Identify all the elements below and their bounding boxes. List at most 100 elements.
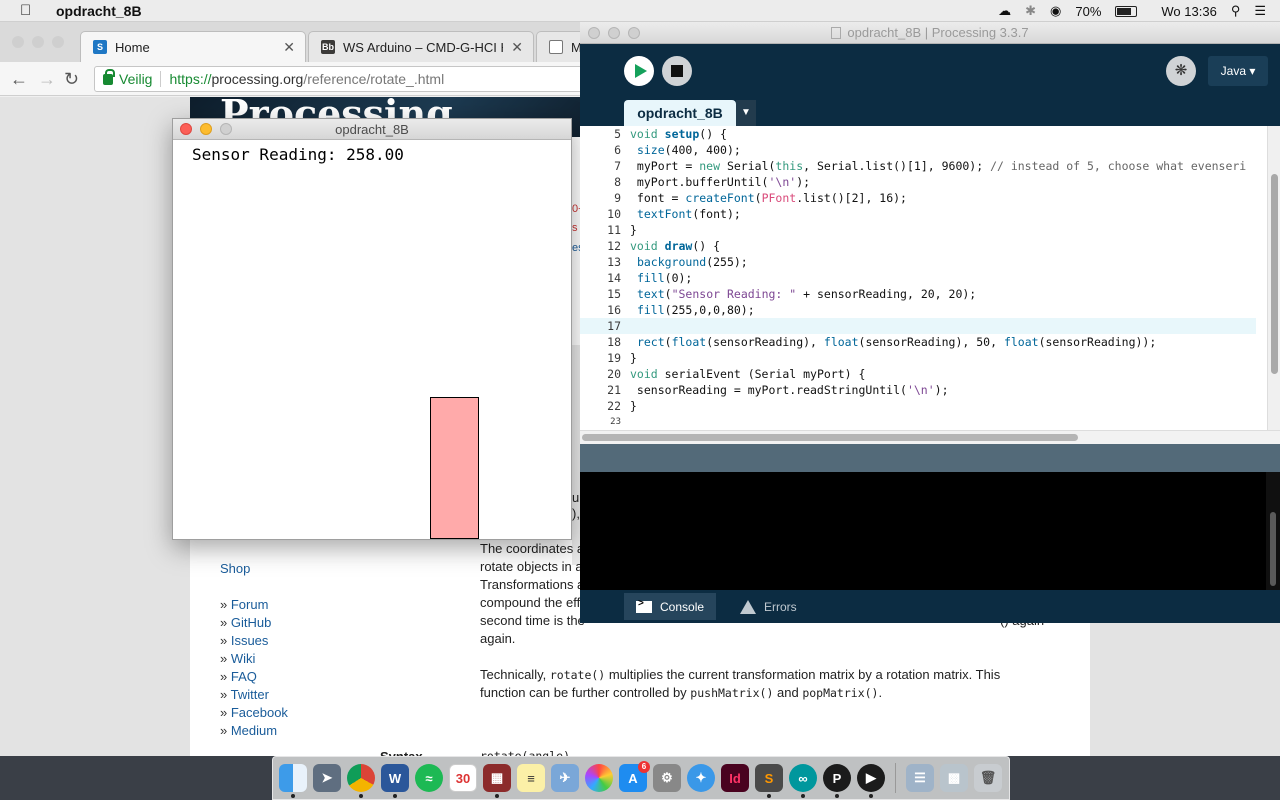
- preview-icon[interactable]: ✈: [551, 764, 579, 792]
- sketch-titlebar: opdracht_8B: [173, 119, 571, 140]
- arduino-icon[interactable]: ∞: [789, 764, 817, 798]
- editor-vertical-scrollbar[interactable]: [1267, 126, 1280, 430]
- console-scrollbar[interactable]: [1266, 472, 1280, 590]
- sidebar-link-medium[interactable]: » Medium: [220, 722, 288, 740]
- console-tab-label: Console: [660, 599, 705, 614]
- sidebar-link-facebook[interactable]: » Facebook: [220, 704, 288, 722]
- debugger-icon[interactable]: ❋: [1166, 56, 1196, 86]
- sketch-window: opdracht_8B Sensor Reading: 258.00: [172, 118, 572, 540]
- spotify-icon[interactable]: ≈: [415, 764, 443, 792]
- syntax-value: rotate(angle): [480, 749, 571, 756]
- description-line: The coordinates a: [480, 541, 585, 556]
- code-line: 11}: [607, 223, 637, 237]
- close-tab-icon[interactable]: ✕: [283, 39, 295, 56]
- indesign-icon[interactable]: Id: [721, 764, 749, 792]
- downloads-stack-icon[interactable]: ▩: [940, 764, 968, 792]
- errors-tab[interactable]: Errors: [728, 593, 809, 620]
- partial-text: s: [572, 222, 578, 234]
- photo-booth-icon[interactable]: ▦: [483, 764, 511, 798]
- warning-icon: [740, 599, 756, 614]
- play-icon: [635, 64, 647, 78]
- console-output[interactable]: [580, 472, 1266, 590]
- tab-menu-arrow-icon[interactable]: ▼: [736, 100, 756, 126]
- description-line: compound the eff: [480, 595, 581, 610]
- url-path: /reference/rotate_.html: [303, 71, 445, 87]
- close-tab-icon[interactable]: ✕: [511, 39, 523, 56]
- browser-tab-ws-arduino[interactable]: Bb WS Arduino – CMD-G-HCI HCI ✕: [308, 31, 534, 62]
- minimize-window-icon[interactable]: [608, 27, 620, 39]
- sidebar-link-issues[interactable]: » Issues: [220, 632, 288, 650]
- code-line: 14 fill(0);: [607, 271, 693, 285]
- forward-arrow-icon[interactable]: →: [38, 69, 56, 90]
- bluetooth-icon[interactable]: ✱: [1025, 3, 1036, 19]
- app-store-icon[interactable]: A6: [619, 761, 650, 792]
- apple-menu-icon[interactable]: : [20, 2, 38, 19]
- run-button[interactable]: [624, 56, 654, 86]
- document-stack-icon[interactable]: ☰: [906, 764, 934, 792]
- minimize-window-icon[interactable]: [32, 36, 44, 48]
- reload-icon[interactable]: ↻: [64, 69, 79, 90]
- code-line: 6 size(400, 400);: [614, 143, 741, 157]
- safari-icon[interactable]: ✦: [687, 764, 715, 792]
- tab-label: WS Arduino – CMD-G-HCI HCI: [343, 39, 503, 55]
- code-line: 10 textFont(font);: [607, 207, 741, 221]
- close-window-icon[interactable]: [12, 36, 24, 48]
- processing-icon[interactable]: P: [823, 764, 851, 798]
- battery-icon[interactable]: [1115, 5, 1138, 17]
- sublime-text-icon[interactable]: S: [755, 764, 783, 798]
- tab-label: Home: [115, 39, 150, 55]
- finder-icon[interactable]: [279, 764, 307, 798]
- status-area: ☁ ✱ ◉ 70% Wo 13:36 ⚲ ☰: [998, 0, 1280, 22]
- sketch-canvas[interactable]: Sensor Reading: 258.00: [173, 140, 571, 539]
- active-app-name[interactable]: opdracht_8B: [56, 3, 142, 19]
- chrome-icon[interactable]: [347, 764, 375, 798]
- sidebar-link-wiki[interactable]: » Wiki: [220, 650, 288, 668]
- notes-icon[interactable]: ≡: [517, 764, 545, 792]
- editor-horizontal-scrollbar[interactable]: [580, 430, 1280, 444]
- sketch-runner-icon[interactable]: ▶: [857, 764, 885, 798]
- battery-percent[interactable]: 70%: [1075, 4, 1101, 19]
- sharepoint-icon: S: [93, 40, 107, 54]
- code-line: 23: [610, 417, 621, 424]
- close-window-icon[interactable]: [588, 27, 600, 39]
- tab-opdracht-8b[interactable]: opdracht_8B: [624, 100, 736, 126]
- launchpad-icon[interactable]: ➤: [313, 764, 341, 792]
- system-preferences-icon[interactable]: ⚙: [653, 764, 681, 792]
- trash-icon[interactable]: 🗑: [974, 764, 1002, 792]
- creative-cloud-icon[interactable]: ☁: [998, 3, 1011, 19]
- shop-link[interactable]: Shop: [220, 560, 250, 578]
- sidebar-link-github[interactable]: » GitHub: [220, 614, 288, 632]
- description-line: Transformations a: [480, 577, 585, 592]
- description-line: rotate objects in a: [480, 559, 583, 574]
- code-editor[interactable]: 5 void setup() { 6 size(400, 400); 7 myPo…: [580, 126, 1267, 430]
- spotlight-search-icon[interactable]: ⚲: [1231, 3, 1241, 19]
- sidebar-link-twitter[interactable]: » Twitter: [220, 686, 288, 704]
- notification-center-icon[interactable]: ☰: [1254, 3, 1266, 19]
- word-icon[interactable]: W: [381, 764, 409, 798]
- app-store-badge: 6: [638, 761, 650, 773]
- code-line: 21 sensorReading = myPort.readStringUnti…: [607, 383, 949, 397]
- zoom-window-icon[interactable]: [220, 123, 232, 135]
- code-line: 13 background(255);: [607, 255, 748, 269]
- photos-icon[interactable]: [585, 764, 613, 792]
- code-line: 16 fill(255,0,0,80);: [607, 303, 755, 317]
- sidebar-link-faq[interactable]: » FAQ: [220, 668, 288, 686]
- calendar-icon[interactable]: 30: [449, 764, 477, 792]
- zoom-window-icon[interactable]: [52, 36, 64, 48]
- lock-icon: [103, 68, 115, 85]
- terminal-icon: [636, 598, 652, 613]
- dock-separator: [895, 763, 896, 793]
- minimize-window-icon[interactable]: [200, 123, 212, 135]
- mode-selector[interactable]: Java ▾: [1208, 56, 1268, 86]
- browser-tab-home[interactable]: S Home ✕: [80, 31, 306, 62]
- zoom-window-icon[interactable]: [628, 27, 640, 39]
- wifi-icon[interactable]: ◉: [1050, 3, 1061, 19]
- back-arrow-icon[interactable]: ←: [10, 69, 28, 90]
- processing-ide-window: opdracht_8B | Processing 3.3.7 ❋ Java ▾ …: [580, 22, 1280, 623]
- url-host: processing.org: [211, 71, 304, 87]
- sidebar-link-forum[interactable]: » Forum: [220, 596, 288, 614]
- stop-button[interactable]: [662, 56, 692, 86]
- console-tab[interactable]: Console: [624, 593, 717, 620]
- close-window-icon[interactable]: [180, 123, 192, 135]
- clock[interactable]: Wo 13:36: [1161, 4, 1216, 19]
